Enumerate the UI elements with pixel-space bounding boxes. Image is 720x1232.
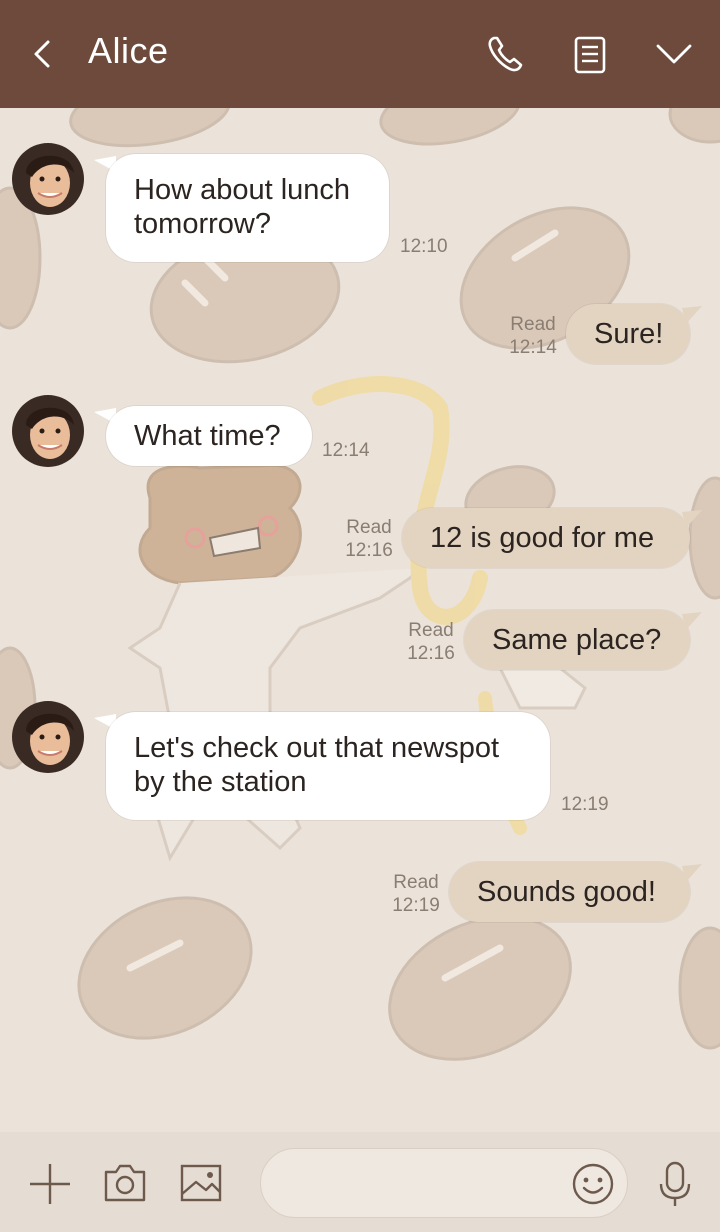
message-time: 12:14 (509, 337, 557, 358)
bubble-tail (682, 510, 702, 528)
outgoing-message-bubble[interactable]: 12 is good for me (402, 508, 690, 568)
outgoing-message-bubble[interactable]: Sure! (566, 304, 690, 364)
image-icon[interactable] (178, 1162, 224, 1204)
incoming-message-bubble[interactable]: How about lunch tomorrow? (106, 154, 389, 262)
emoji-icon[interactable] (572, 1163, 614, 1205)
plus-icon[interactable] (28, 1162, 72, 1206)
message-text-line: How about lunch (134, 174, 351, 206)
phone-icon[interactable] (482, 30, 530, 78)
read-status: Read (510, 314, 556, 335)
incoming-message-bubble[interactable]: What time? (106, 406, 312, 466)
read-receipt: Read 12:16 (342, 516, 396, 562)
read-status: Read (393, 872, 439, 893)
outgoing-message-bubble[interactable]: Same place? (464, 610, 690, 670)
message-time: 12:16 (345, 540, 393, 561)
message-text: Sounds good! (477, 876, 656, 908)
message-time: 12:16 (407, 643, 455, 664)
message-text: 12 is good for me (430, 522, 655, 554)
read-receipt: Read 12:19 (389, 871, 443, 917)
notes-icon[interactable] (566, 30, 614, 78)
message-time: 12:19 (561, 794, 609, 815)
chevron-down-icon[interactable] (650, 30, 698, 78)
read-receipt: Read 12:14 (506, 313, 560, 359)
contact-avatar[interactable] (12, 143, 84, 215)
outgoing-message-bubble[interactable]: Sounds good! (449, 862, 690, 922)
read-status: Read (346, 517, 392, 538)
message-text-line: by the station (134, 766, 307, 798)
bubble-tail (682, 612, 702, 630)
bubble-tail (682, 306, 702, 324)
read-status: Read (408, 620, 454, 641)
microphone-icon[interactable] (656, 1160, 694, 1208)
message-text: Same place? (492, 624, 662, 656)
message-time: 12:14 (322, 440, 370, 461)
camera-icon[interactable] (102, 1162, 148, 1204)
message-time: 12:10 (400, 236, 448, 257)
message-text-line: Let's check out that newspot (134, 732, 500, 764)
chat-title: Alice (88, 30, 169, 71)
contact-avatar[interactable] (12, 701, 84, 773)
chat-area[interactable]: How about lunch tomorrow? 12:10 Read 12:… (0, 108, 720, 1132)
message-text-line: What time? (134, 420, 281, 452)
message-time: 12:19 (392, 895, 440, 916)
incoming-message-bubble[interactable]: Let's check out that newspot by the stat… (106, 712, 550, 820)
message-composer (0, 1132, 720, 1232)
read-receipt: Read 12:16 (404, 619, 458, 665)
bubble-tail (682, 864, 702, 882)
message-text-line: tomorrow? (134, 208, 271, 240)
contact-avatar[interactable] (12, 395, 84, 467)
chat-header: Alice (0, 0, 720, 108)
message-text: Sure! (594, 318, 664, 350)
back-arrow-icon[interactable] (26, 36, 58, 72)
